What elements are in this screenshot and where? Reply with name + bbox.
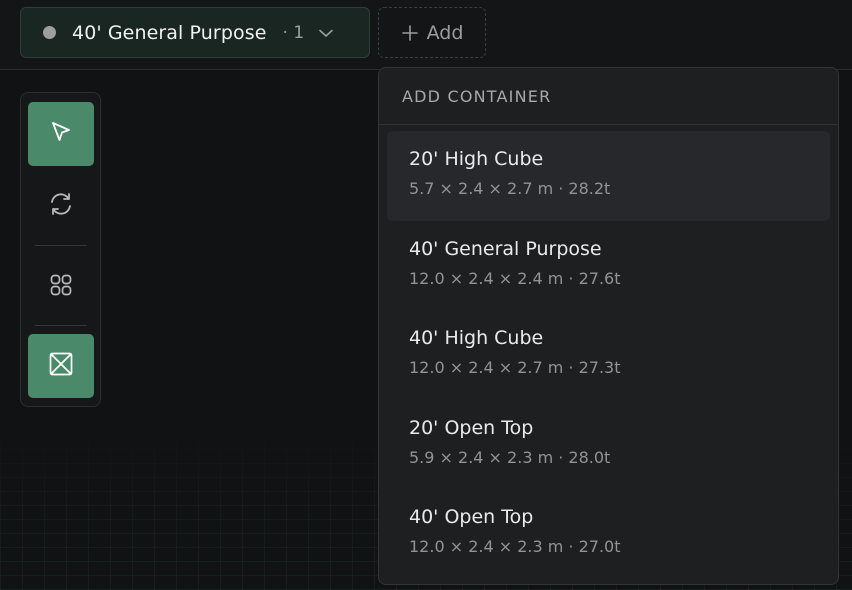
container-option-name: 40' General Purpose [409, 237, 602, 260]
grid-four-icon [48, 272, 74, 302]
container-option-dims: 12.0 × 2.4 × 2.4 m · 27.6t [409, 268, 621, 288]
select-tool-button[interactable] [28, 102, 94, 166]
container-option[interactable]: 20' Open Top 5.9 × 2.4 × 2.3 m · 28.0t [387, 400, 830, 490]
container-option-dims: 5.7 × 2.4 × 2.7 m · 28.2t [409, 179, 611, 198]
toolbar-divider [35, 325, 87, 326]
dropdown-title: ADD CONTAINER [379, 68, 838, 125]
container-option-name: 20' High Cube [409, 148, 544, 170]
box-x-icon [47, 350, 75, 382]
rotate-tool-button[interactable] [28, 174, 94, 238]
container-option[interactable]: 40' High Cube 12.0 × 2.4 × 2.7 m · 27.3t [387, 310, 830, 400]
rotate-icon [47, 190, 75, 222]
container-option-dims: 12.0 × 2.4 × 2.3 m · 27.0t [409, 537, 621, 556]
container-option[interactable]: 40' Open Top 12.0 × 2.4 × 2.3 m · 27.0t [387, 489, 830, 579]
container-option-dims: 5.9 × 2.4 × 2.3 m · 28.0t [409, 447, 611, 467]
app-stage: 40' General Purpose · 1 Add ADD CONTAINE… [0, 0, 852, 590]
container-option-name: 40' High Cube [409, 327, 544, 349]
container-option-name: 20' Open Top [409, 416, 534, 439]
toolbar-divider [35, 245, 87, 246]
add-container-dropdown: ADD CONTAINER 20' High Cube 5.7 × 2.4 × … [378, 67, 839, 585]
add-button-label: Add [426, 21, 464, 44]
chevron-down-icon[interactable] [317, 24, 335, 42]
container-view-tool-button[interactable] [28, 334, 94, 398]
container-option[interactable]: 40' General Purpose 12.0 × 2.4 × 2.4 m ·… [387, 221, 830, 311]
add-container-button[interactable]: Add [378, 7, 486, 58]
container-tab-name: 40' General Purpose [72, 21, 267, 44]
container-option-name: 40' Open Top [409, 506, 534, 528]
active-container-tab[interactable]: 40' General Purpose · 1 [20, 7, 370, 58]
grid-tool-button[interactable] [28, 255, 94, 319]
container-tab-count: · 1 [282, 22, 305, 43]
cursor-arrow-icon [48, 119, 74, 149]
container-type-list: 20' High Cube 5.7 × 2.4 × 2.7 m · 28.2t … [379, 125, 838, 584]
top-bar: 40' General Purpose · 1 Add [0, 0, 852, 70]
plus-icon [401, 24, 419, 42]
left-toolbar [20, 92, 101, 407]
container-option-dims: 12.0 × 2.4 × 2.7 m · 27.3t [409, 358, 621, 377]
container-option[interactable]: 20' High Cube 5.7 × 2.4 × 2.7 m · 28.2t [387, 131, 830, 221]
container-color-dot [43, 26, 56, 39]
